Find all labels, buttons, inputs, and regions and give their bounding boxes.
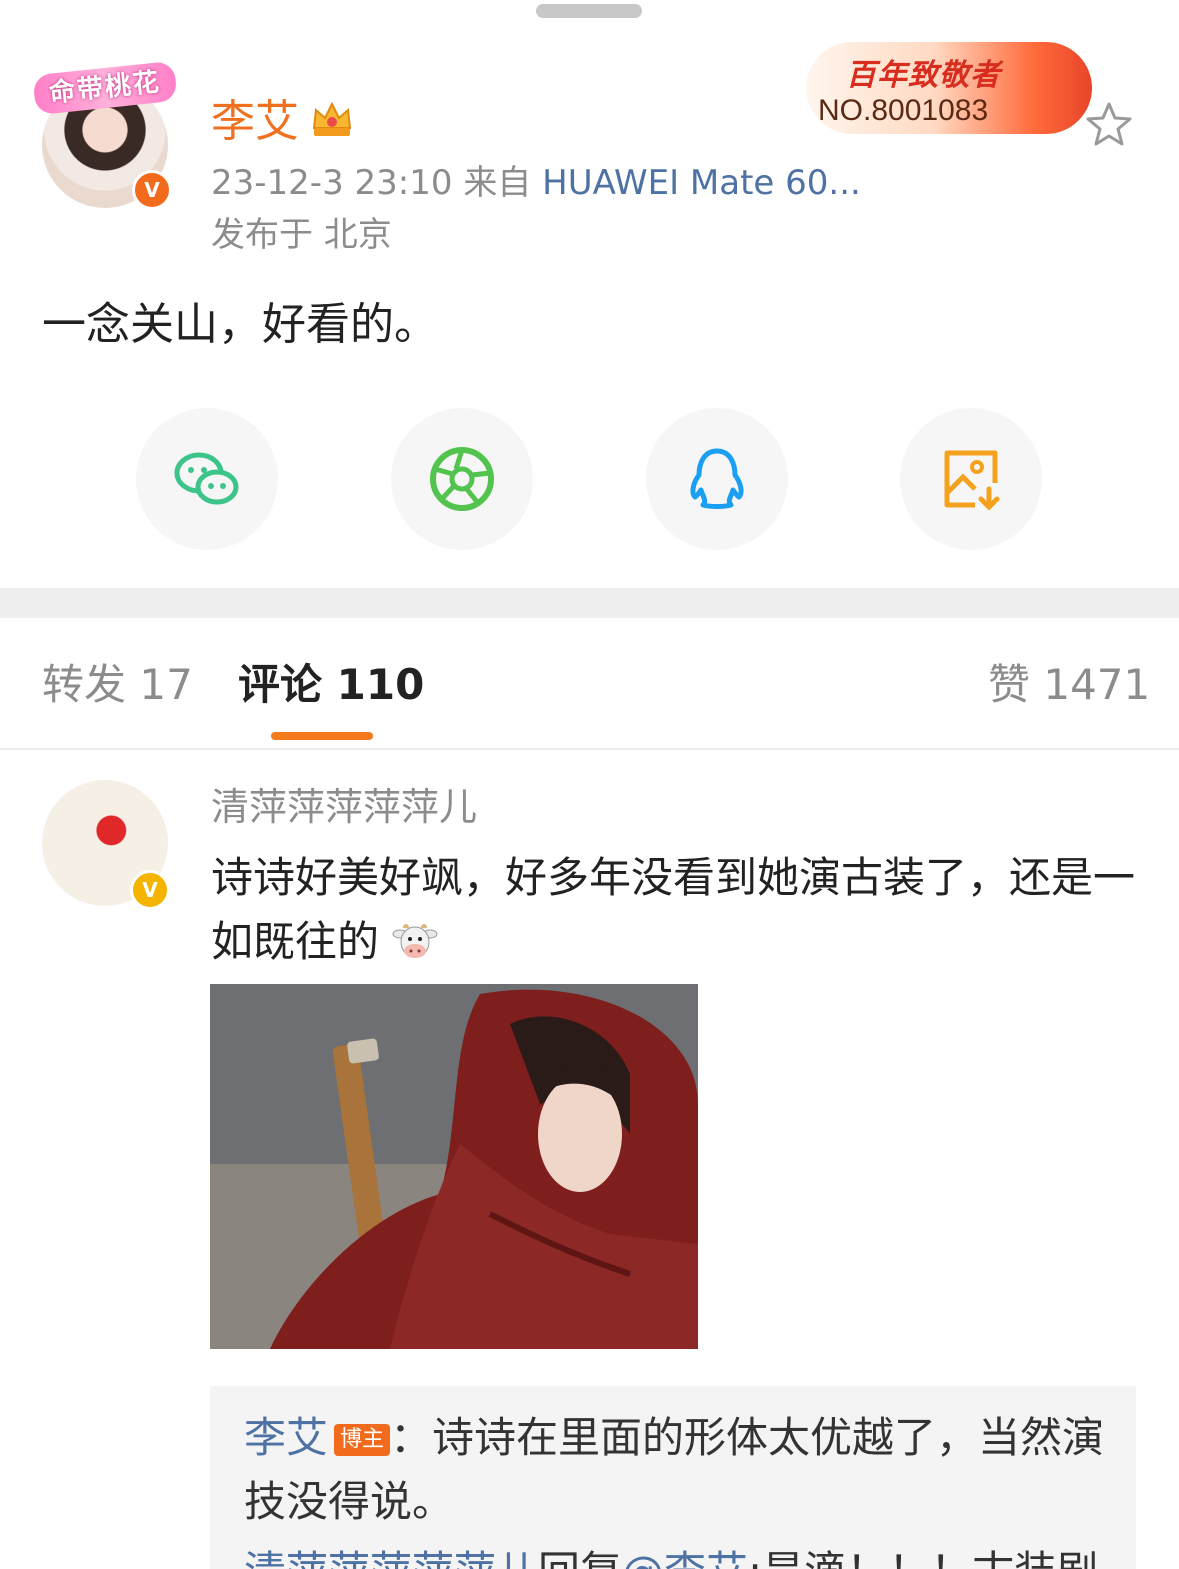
- reply2-action: 回复: [538, 1547, 622, 1569]
- comment-image[interactable]: [210, 984, 698, 1349]
- moments-aperture-icon: [430, 447, 494, 511]
- qq-penguin-icon: [690, 448, 744, 509]
- reply2-text: :是滴！！！古装剧: [748, 1547, 1098, 1569]
- fan-badge[interactable]: 百年致敬者 NO.8001083: [806, 40, 1096, 138]
- reply-author-name[interactable]: 李艾: [244, 1413, 328, 1462]
- commenter-name[interactable]: 清萍萍萍萍萍儿: [211, 782, 477, 832]
- weibo-post-page: 命带桃花 V 李艾 23-12-3 23:10 来自 HUAWEI Mate 6…: [0, 0, 1179, 1569]
- reply-item-2: 清萍萍萍萍萍儿回复@李艾:是滴！！！古装剧: [244, 1540, 1114, 1569]
- tab-comments[interactable]: 评论 110: [238, 656, 424, 714]
- verified-badge-icon: V: [132, 170, 172, 210]
- post-source-device[interactable]: HUAWEI Mate 60...: [542, 163, 861, 203]
- favorite-star-icon[interactable]: [1084, 100, 1134, 150]
- cow-emoji-icon: [392, 924, 438, 958]
- reply2-mention[interactable]: @李艾: [622, 1547, 748, 1569]
- reply2-author-name[interactable]: 清萍萍萍萍萍儿: [244, 1547, 538, 1569]
- tab-likes[interactable]: 赞 1471: [988, 656, 1150, 714]
- comment-image-art: [210, 984, 698, 1349]
- post-source-prefix: 来自: [463, 163, 532, 203]
- commenter-avatar[interactable]: V: [42, 780, 172, 910]
- post-timestamp: 23-12-3 23:10: [211, 163, 453, 203]
- fan-badge-title: 百年致敬者: [846, 58, 1001, 93]
- save-image-icon: [944, 450, 1000, 511]
- sheet-drag-handle[interactable]: [536, 4, 642, 18]
- author-avatar[interactable]: 命带桃花 V: [32, 60, 178, 210]
- tab-repost[interactable]: 转发 17: [42, 656, 193, 714]
- active-tab-indicator: [271, 732, 373, 740]
- fan-badge-number: NO.8001083: [818, 94, 989, 127]
- comment-text: 诗诗好美好飒，好多年没看到她演古装了，还是一如既往的: [211, 846, 1141, 974]
- tabs-divider: [0, 748, 1179, 750]
- share-wechat-button[interactable]: [136, 408, 278, 550]
- crown-icon: [312, 101, 352, 136]
- post-content: 一念关山，好看的。: [42, 299, 438, 350]
- section-divider: [0, 588, 1179, 618]
- comment-body: 诗诗好美好飒，好多年没看到她演古装了，还是一如既往的: [211, 853, 1136, 966]
- host-badge: 博主: [334, 1424, 391, 1456]
- verified-badge-icon: V: [130, 870, 170, 910]
- post-meta: 23-12-3 23:10 来自 HUAWEI Mate 60...: [211, 160, 861, 206]
- wechat-icon: [174, 452, 239, 505]
- share-qq-button[interactable]: [646, 408, 788, 550]
- save-image-button[interactable]: [900, 408, 1042, 550]
- share-moments-button[interactable]: [391, 408, 533, 550]
- reply-item: 李艾 博主 ：诗诗在里面的形体太优越了，当然演技没得说。: [244, 1406, 1114, 1534]
- author-name[interactable]: 李艾: [211, 94, 299, 150]
- post-location: 发布于 北京: [211, 215, 392, 255]
